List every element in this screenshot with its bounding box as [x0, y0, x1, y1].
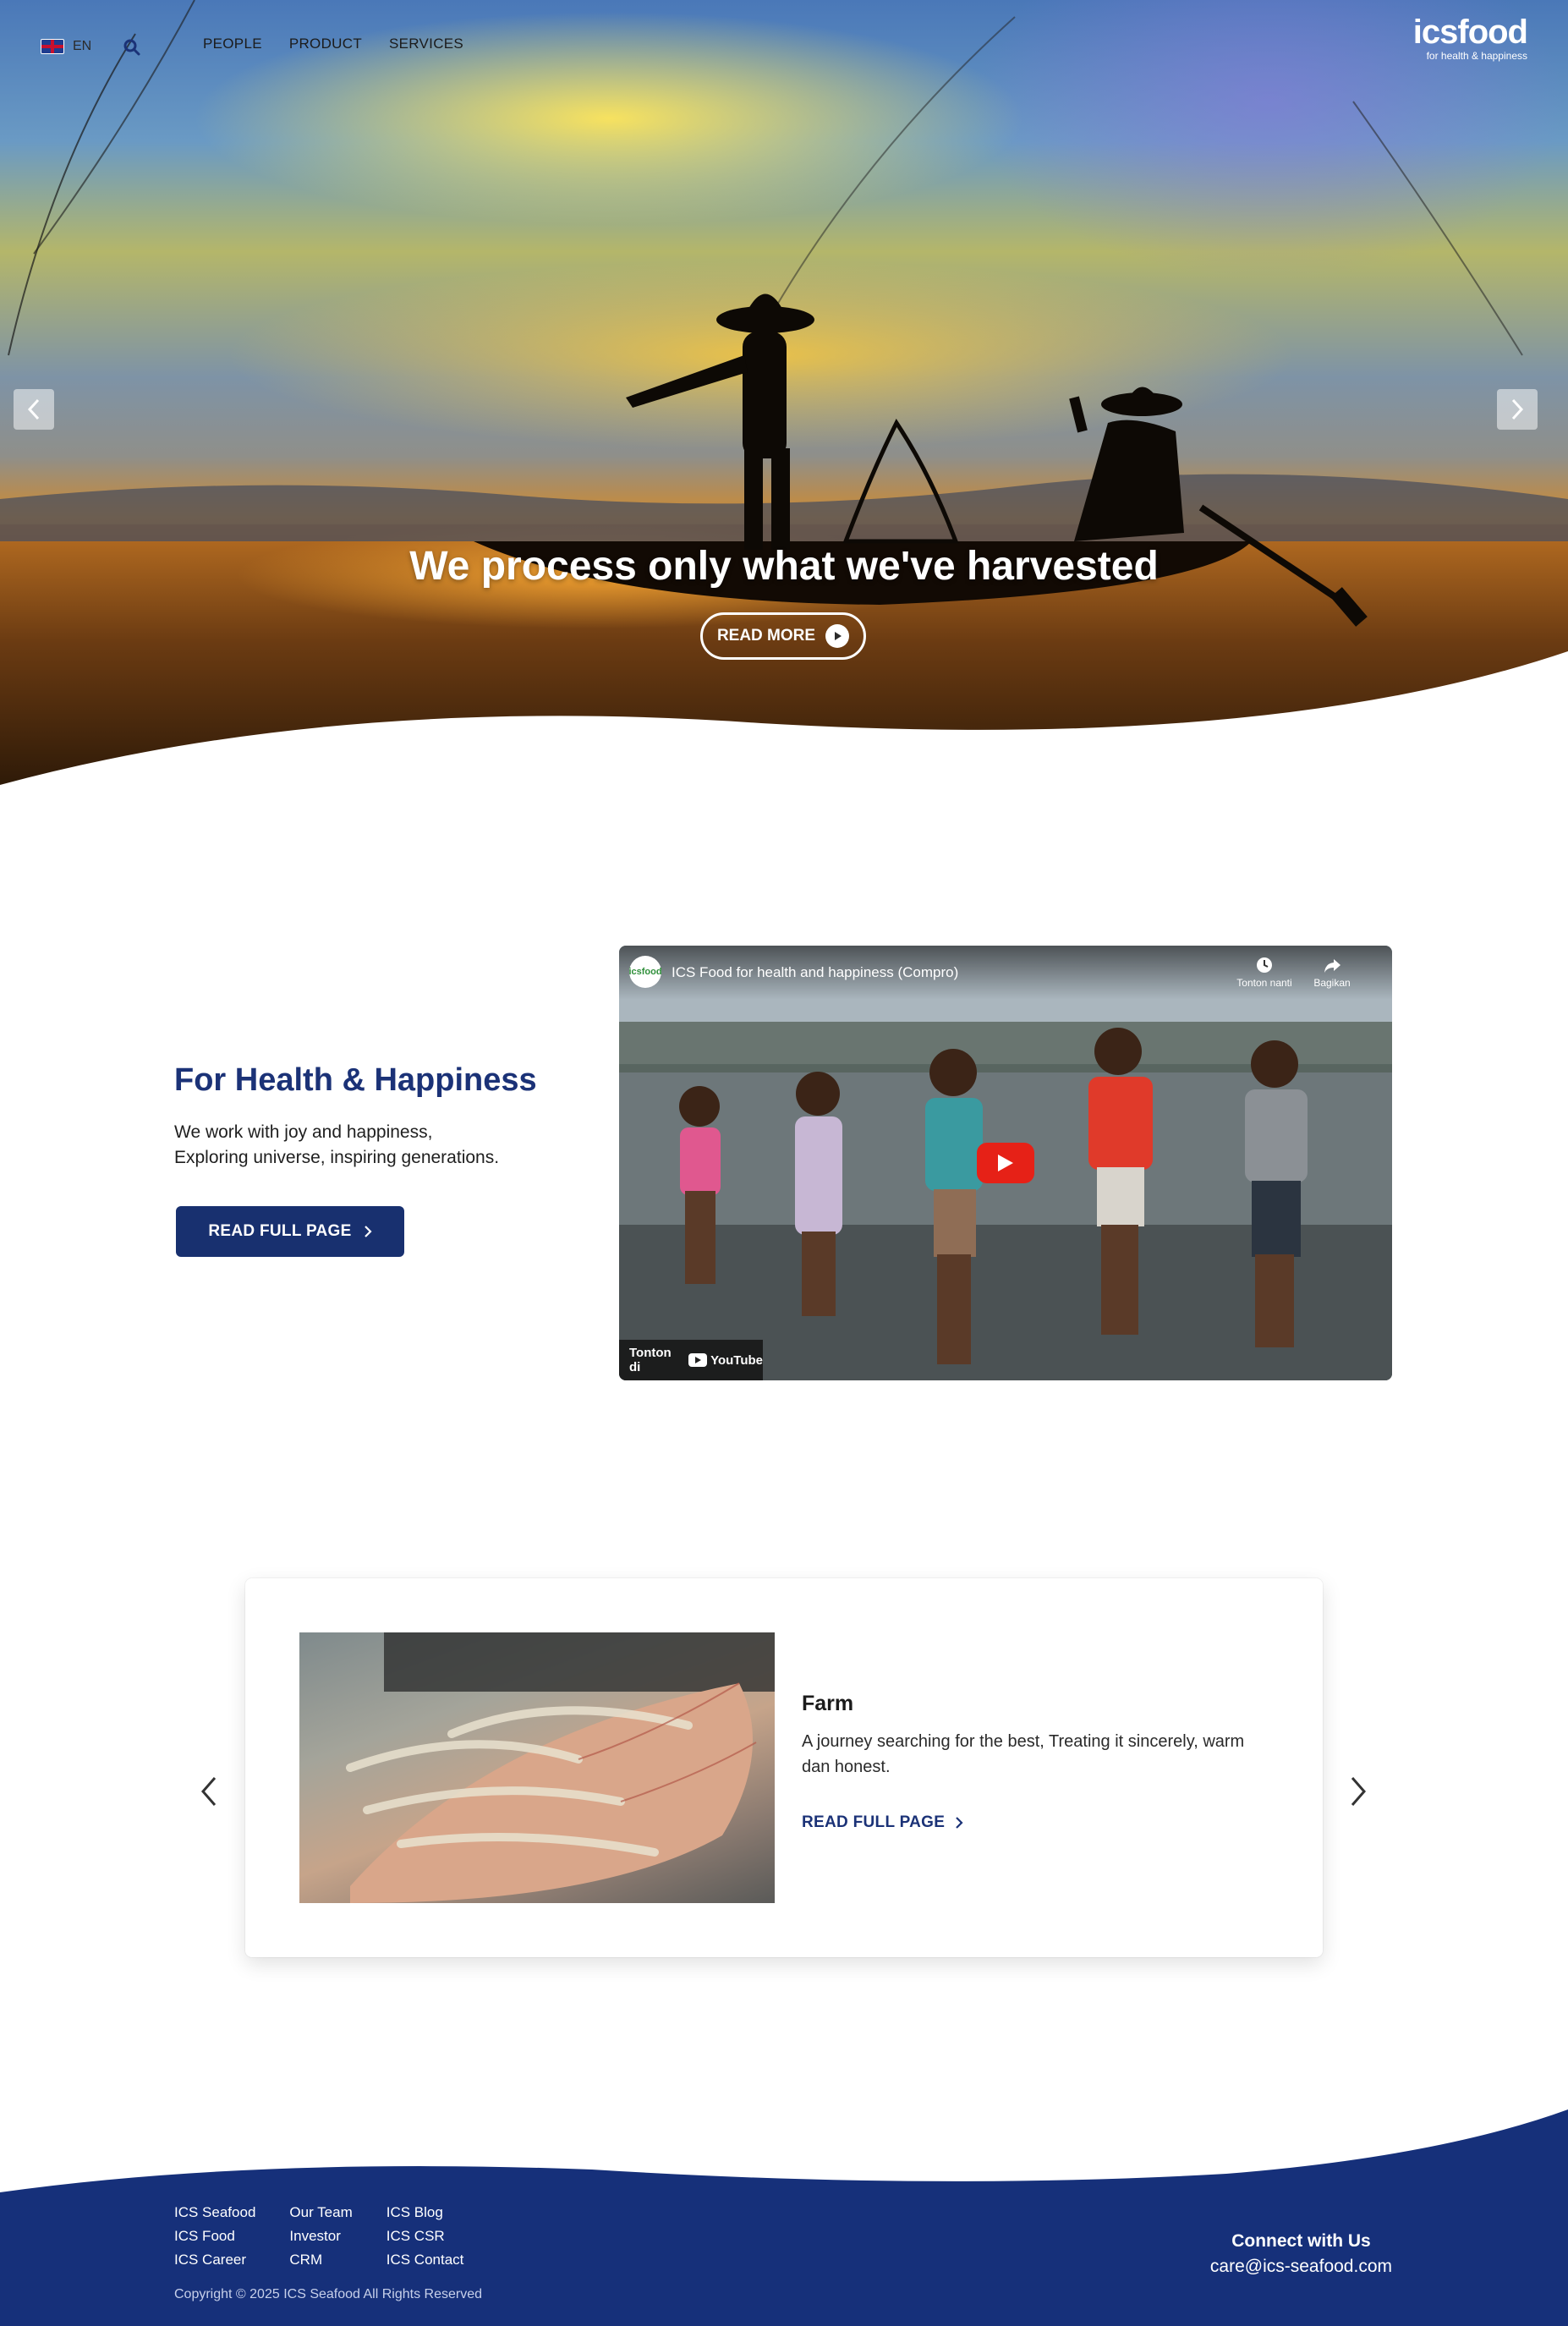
chevron-right-icon — [1351, 1777, 1366, 1806]
read-more-label: READ MORE — [716, 627, 816, 645]
channel-avatar[interactable]: icsfood — [628, 956, 662, 988]
footer-link-investor[interactable]: Investor — [289, 2228, 352, 2244]
connect-title: Connect with Us — [1231, 2231, 1371, 2251]
footer-link-ics-csr[interactable]: ICS CSR — [387, 2228, 464, 2244]
carousel-read-full-page-link[interactable]: READ FULL PAGE — [802, 1813, 963, 1832]
carousel-card: Farm A journey searching for the best, T… — [245, 1578, 1323, 1957]
youtube-play-icon — [688, 1353, 708, 1367]
chevron-left-icon — [201, 1777, 217, 1806]
health-section-title: For Health & Happiness — [174, 1062, 537, 1098]
footer-col-2: Our Team Investor CRM — [289, 2204, 352, 2268]
search-icon[interactable] — [122, 37, 142, 58]
clock-icon — [1257, 957, 1272, 973]
hero-title: We process only what we've harvested — [409, 544, 1159, 589]
hero-prev-button[interactable] — [14, 389, 54, 430]
nav-item-product[interactable]: PRODUCT — [289, 36, 362, 52]
copyright-text: Copyright © 2025 ICS Seafood All Rights … — [174, 2287, 482, 2301]
main-nav: PEOPLE PRODUCT SERVICES — [203, 36, 463, 52]
carousel-text: A journey searching for the best, Treati… — [802, 1732, 1245, 1776]
video-play-button[interactable] — [977, 1143, 1034, 1183]
carousel-prev-button[interactable] — [192, 1768, 226, 1815]
chevron-right-icon — [364, 1226, 372, 1237]
youtube-video-embed[interactable]: icsfood ICS Food for health and happines… — [619, 946, 1392, 1380]
icsfood-logo[interactable]: icsfood for health & happiness — [1412, 14, 1528, 62]
hero-wave-divider — [0, 651, 1568, 787]
watch-on-label: Tonton di — [629, 1346, 672, 1374]
language-label: EN — [73, 39, 92, 53]
watch-later-label: Tonton nanti — [1236, 977, 1292, 989]
shrimp-in-hand-image — [299, 1632, 775, 1903]
footer-col-3: ICS Blog ICS CSR ICS Contact — [387, 2204, 464, 2268]
share-icon — [1324, 959, 1340, 973]
footer-link-ics-contact[interactable]: ICS Contact — [387, 2252, 464, 2268]
read-more-button[interactable]: READ MORE — [700, 612, 866, 660]
footer-link-crm[interactable]: CRM — [289, 2252, 352, 2268]
nav-item-people[interactable]: PEOPLE — [203, 36, 262, 52]
read-full-page-button[interactable]: READ FULL PAGE — [176, 1206, 404, 1257]
carousel-next-button[interactable] — [1341, 1768, 1375, 1815]
share-button[interactable]: Bagikan — [1302, 956, 1362, 989]
chevron-left-icon — [27, 398, 40, 420]
chevron-right-icon — [956, 1817, 963, 1829]
share-label: Bagikan — [1313, 977, 1351, 989]
connect-block: Connect with Us care@ics-seafood.com — [1210, 2231, 1392, 2277]
health-text-line-1: We work with joy and happiness, — [174, 1122, 433, 1142]
contact-email-link[interactable]: care@ics-seafood.com — [1210, 2257, 1392, 2277]
health-text-line-2: Exploring universe, inspiring generation… — [174, 1148, 500, 1167]
youtube-logo: YouTube — [688, 1353, 763, 1368]
health-section-text: We work with joy and happiness, Explorin… — [174, 1120, 499, 1171]
hero-next-button[interactable] — [1497, 389, 1538, 430]
footer-links: ICS Seafood ICS Food ICS Career Our Team… — [174, 2204, 463, 2268]
read-full-page-label: READ FULL PAGE — [208, 1222, 352, 1240]
hero-slider: EN PEOPLE PRODUCT SERVICES icsfood for h… — [0, 0, 1568, 787]
watch-on-youtube-button[interactable]: Tonton di YouTube — [619, 1340, 763, 1380]
footer-link-ics-career[interactable]: ICS Career — [174, 2252, 255, 2268]
footer-link-ics-food[interactable]: ICS Food — [174, 2228, 255, 2244]
carousel-title: Farm — [802, 1692, 854, 1715]
logo-text: icsfood — [1412, 14, 1528, 51]
play-icon — [998, 1155, 1013, 1171]
logo-tagline: for health & happiness — [1426, 50, 1527, 62]
watch-later-button[interactable]: Tonton nanti — [1235, 956, 1294, 989]
footer-link-our-team[interactable]: Our Team — [289, 2204, 352, 2220]
footer-link-ics-seafood[interactable]: ICS Seafood — [174, 2204, 255, 2220]
video-title[interactable]: ICS Food for health and happiness (Compr… — [672, 964, 958, 981]
carousel-link-label: READ FULL PAGE — [802, 1813, 946, 1831]
language-selector[interactable]: EN — [41, 39, 91, 54]
footer-link-ics-blog[interactable]: ICS Blog — [387, 2204, 464, 2220]
nav-item-services[interactable]: SERVICES — [389, 36, 463, 52]
chevron-right-icon — [1511, 398, 1524, 420]
youtube-wordmark: YouTube — [710, 1352, 763, 1368]
play-circle-icon — [825, 624, 850, 648]
footer-col-1: ICS Seafood ICS Food ICS Career — [174, 2204, 255, 2268]
uk-flag-icon — [41, 39, 64, 54]
